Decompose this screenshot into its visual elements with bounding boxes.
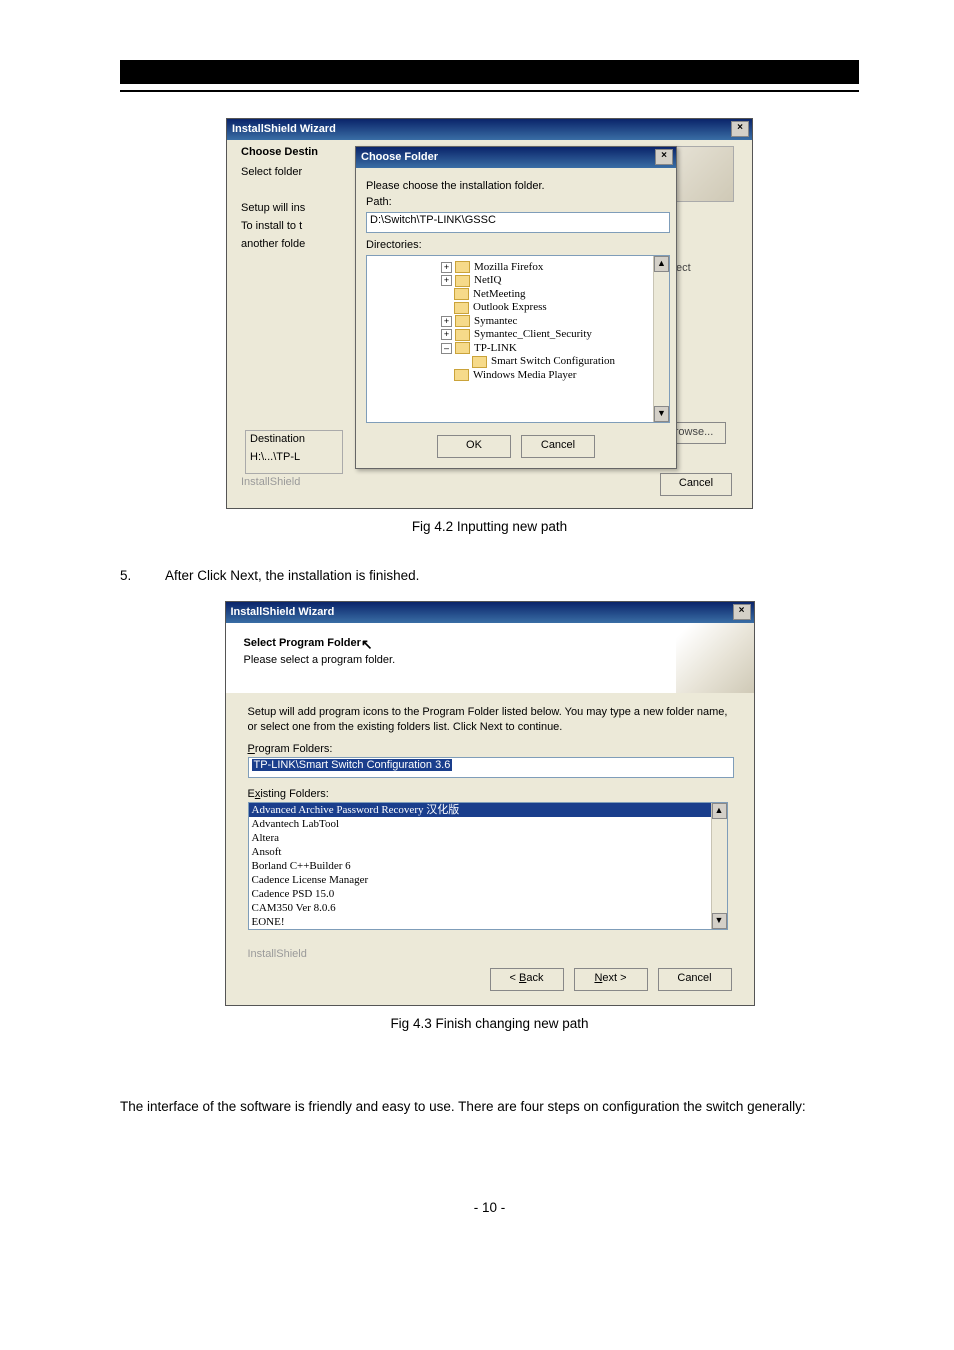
wizard-graphic-icon <box>676 623 754 693</box>
directories-label: Directories: <box>366 239 666 251</box>
window2-titlebar: InstallShield Wizard × <box>226 602 754 623</box>
select-program-folder-sub: Please select a program folder. <box>244 654 668 666</box>
figure1-caption: Fig 4.2 Inputting new path <box>412 519 567 534</box>
list-item[interactable]: Altera <box>249 831 727 845</box>
folder-icon <box>455 261 470 273</box>
installshield-brand: InstallShield <box>241 476 300 488</box>
list-item[interactable]: Advanced Archive Password Recovery 汉化版 <box>249 803 727 817</box>
tree-item[interactable]: +Symantec_Client_Security <box>441 328 667 340</box>
expand-icon[interactable]: + <box>441 329 452 340</box>
scroll-down-icon[interactable]: ▼ <box>654 406 669 422</box>
tree-item[interactable]: +NetIQ <box>441 274 667 286</box>
folder-icon <box>454 288 469 300</box>
destination-label: Destination <box>250 433 338 445</box>
header-rule <box>120 90 859 92</box>
another-folder-label: another folde <box>241 238 347 250</box>
step-number: 5. <box>120 568 165 583</box>
folder-icon <box>454 369 469 381</box>
collapse-icon[interactable]: – <box>441 343 452 354</box>
window1-close-icon[interactable]: × <box>731 121 749 137</box>
select-folder-label: Select folder <box>241 166 347 178</box>
installshield-brand: InstallShield <box>248 948 754 960</box>
path-input[interactable]: D:\Switch\TP-LINK\GSSC <box>366 212 670 233</box>
back-button[interactable]: < Back <box>490 968 564 991</box>
scroll-up-icon[interactable]: ▲ <box>712 803 727 819</box>
program-folders-label: Program Folders: <box>248 743 732 755</box>
select-program-folder-heading: Select Program Folder↖ <box>244 633 668 650</box>
list-item[interactable]: Cadence License Manager <box>249 873 727 887</box>
window1-titlebar: InstallShield Wizard × <box>227 119 752 140</box>
figure2-caption: Fig 4.3 Finish changing new path <box>390 1016 588 1031</box>
list-item[interactable]: Advantech LabTool <box>249 817 727 831</box>
program-folder-intro: Setup will add program icons to the Prog… <box>248 705 732 735</box>
scroll-up-icon[interactable]: ▲ <box>654 256 669 272</box>
tree-scrollbar[interactable]: ▲ ▼ <box>653 256 669 422</box>
program-folders-input[interactable]: TP-LINK\Smart Switch Configuration 3.6 <box>248 757 734 778</box>
choose-folder-prompt: Please choose the installation folder. <box>366 180 666 192</box>
list-scrollbar[interactable]: ▲ ▼ <box>711 803 727 929</box>
next-button[interactable]: Next > <box>574 968 648 991</box>
choose-folder-close-icon[interactable]: × <box>655 149 673 165</box>
cursor-icon: ↖ <box>361 636 373 653</box>
folder-icon <box>454 302 469 314</box>
folder-icon <box>455 329 470 341</box>
choose-folder-titlebar: Choose Folder × <box>356 147 676 168</box>
expand-icon[interactable]: + <box>441 316 452 327</box>
tree-item[interactable]: +Mozilla Firefox <box>441 261 667 273</box>
window2-close-icon[interactable]: × <box>733 604 751 620</box>
page-number: - 10 - <box>120 1200 859 1215</box>
window2-header-panel: Select Program Folder↖ Please select a p… <box>226 623 754 693</box>
scroll-down-icon[interactable]: ▼ <box>712 913 727 929</box>
destination-folder-group: Destination H:\...\TP-L <box>245 430 343 474</box>
folder-icon <box>455 315 470 327</box>
path-label: Path: <box>366 196 666 208</box>
tree-item[interactable]: Windows Media Player <box>441 369 667 381</box>
existing-folders-list[interactable]: Advanced Archive Password Recovery 汉化版 A… <box>248 802 728 930</box>
expand-icon[interactable]: + <box>441 262 452 273</box>
window2-title: InstallShield Wizard <box>231 606 335 618</box>
list-item[interactable]: CAM350 Ver 8.0.6 <box>249 901 727 915</box>
setup-will-label: Setup will ins <box>241 202 347 214</box>
window1-cancel-button[interactable]: Cancel <box>660 473 732 496</box>
expand-icon[interactable]: + <box>441 275 452 286</box>
choose-dest-header: Choose Destin <box>241 146 347 158</box>
cancel-button[interactable]: Cancel <box>658 968 732 991</box>
to-install-label: To install to t <box>241 220 347 232</box>
destination-path: H:\...\TP-L <box>250 451 338 463</box>
window1-left-fragment: Choose Destin Select folder Setup will i… <box>241 146 347 256</box>
folder-icon <box>455 275 470 287</box>
header-black-bar <box>120 60 859 84</box>
choose-folder-dialog: Choose Folder × Please choose the instal… <box>355 146 677 469</box>
cancel-button[interactable]: Cancel <box>521 435 595 458</box>
body-paragraph: The interface of the software is friendl… <box>120 1093 859 1120</box>
tree-item[interactable]: Smart Switch Configuration <box>441 355 667 367</box>
folder-icon <box>472 356 487 368</box>
choose-folder-title: Choose Folder <box>361 151 438 163</box>
installshield-window-1: InstallShield Wizard × Choose Destin Sel… <box>226 118 753 509</box>
step-text: After Click Next, the installation is fi… <box>165 568 419 583</box>
folder-icon <box>455 342 470 354</box>
tree-item[interactable]: NetMeeting <box>441 288 667 300</box>
tree-item[interactable]: –TP-LINK <box>441 342 667 354</box>
list-item[interactable]: EONE! <box>249 915 727 929</box>
ok-button[interactable]: OK <box>437 435 511 458</box>
tree-item[interactable]: Outlook Express <box>441 301 667 313</box>
tree-item[interactable]: +Symantec <box>441 315 667 327</box>
list-item[interactable]: Borland C++Builder 6 <box>249 859 727 873</box>
existing-folders-label: Existing Folders: <box>248 788 732 800</box>
list-item[interactable]: Cadence PSD 15.0 <box>249 887 727 901</box>
installshield-window-2: InstallShield Wizard × Select Program Fo… <box>225 601 755 1006</box>
list-item[interactable]: Ansoft <box>249 845 727 859</box>
directories-tree[interactable]: +Mozilla Firefox +NetIQ NetMeeting Outlo… <box>366 255 670 423</box>
window1-title: InstallShield Wizard <box>232 123 336 135</box>
